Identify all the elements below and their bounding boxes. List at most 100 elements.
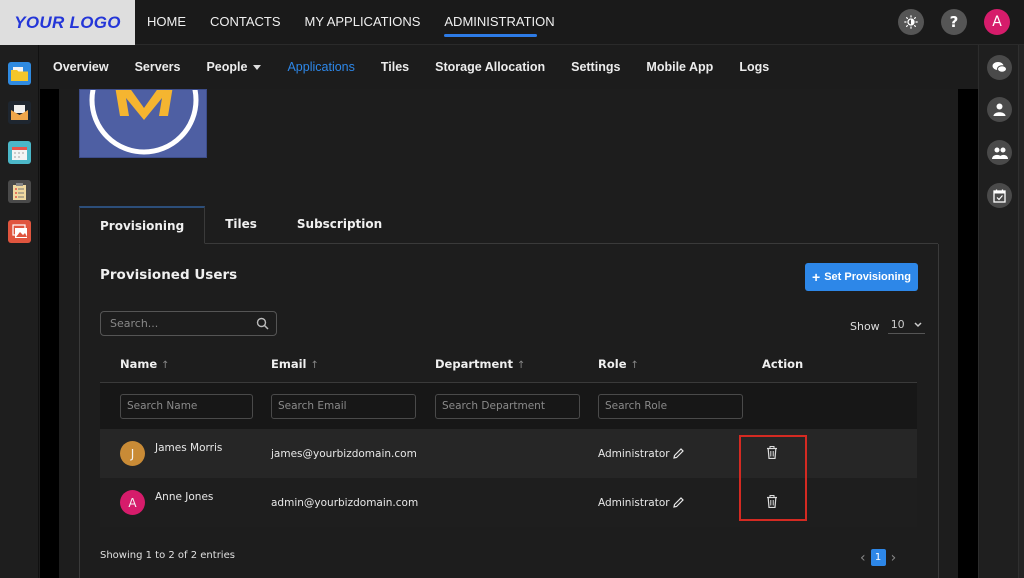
user-initial: A: [992, 14, 1002, 30]
theme-toggle-button[interactable]: [898, 9, 924, 35]
subnav-storage-allocation[interactable]: Storage Allocation: [435, 60, 545, 74]
page-button-current[interactable]: 1: [870, 549, 886, 566]
column-name[interactable]: Name ↑: [120, 357, 170, 371]
sort-arrow-icon: ↑: [516, 359, 526, 371]
subnav-tiles[interactable]: Tiles: [381, 60, 409, 74]
subnav-overview[interactable]: Overview: [53, 60, 109, 74]
contacts-button[interactable]: [987, 140, 1012, 165]
brightness-icon: [904, 15, 918, 29]
provisioned-users-table: Name↑ Email↑ Department↑ Role↑ Action J …: [100, 345, 917, 527]
column-role[interactable]: Role ↑: [598, 357, 639, 371]
calendar-check-icon: [993, 189, 1006, 203]
user-avatar: A: [120, 490, 145, 515]
tasks-button[interactable]: [987, 183, 1012, 208]
subnav-mobile-app[interactable]: Mobile App: [646, 60, 713, 74]
avatar-initial: J: [130, 446, 135, 461]
search-icon: [256, 317, 269, 330]
avatar-initial: A: [128, 495, 137, 510]
trash-icon: [767, 494, 777, 508]
app-launcher-rail: [0, 45, 39, 578]
table-row: J James Morris james@yourbizdomain.com A…: [100, 429, 917, 478]
role-label: Administrator: [598, 447, 670, 460]
help-button[interactable]: ?: [941, 9, 967, 35]
calendar-app-icon[interactable]: [8, 141, 31, 164]
subnav-people[interactable]: People: [206, 60, 262, 74]
global-search: [100, 311, 277, 336]
user-role: Administrator: [598, 497, 684, 509]
column-role-label: Role: [598, 356, 627, 371]
logo-text: YOUR LOGO: [14, 12, 121, 32]
plus-icon: +: [812, 269, 821, 285]
trash-icon: [767, 445, 777, 459]
user-icon: [993, 103, 1006, 116]
user-name: James Morris: [155, 442, 223, 454]
panel-title: Provisioned Users: [100, 267, 238, 283]
column-email[interactable]: Email ↑: [271, 357, 319, 371]
top-right-actions: ? A: [898, 9, 1010, 35]
table-row: A Anne Jones admin@yourbizdomain.com Adm…: [100, 478, 917, 527]
content-gutter-left: [40, 89, 59, 578]
chevron-down-icon: [914, 321, 922, 327]
column-email-label: Email: [271, 356, 307, 371]
delete-button[interactable]: [766, 445, 778, 462]
search-department-input[interactable]: [435, 393, 580, 419]
user-name: Anne Jones: [155, 491, 214, 503]
subnav-logs[interactable]: Logs: [739, 60, 769, 74]
files-app-icon[interactable]: [8, 62, 31, 85]
user-role: Administrator: [598, 448, 684, 460]
search-name-input[interactable]: [120, 393, 253, 419]
tasks-app-icon[interactable]: [8, 180, 31, 203]
column-department-label: Department: [435, 356, 513, 371]
chat-icon: [992, 62, 1007, 73]
topnav-home[interactable]: HOME: [147, 0, 186, 45]
topnav-my-applications[interactable]: MY APPLICATIONS: [305, 0, 421, 45]
application-logo: [79, 89, 207, 158]
provisioning-panel: Provisioned Users + Set Provisioning Sho…: [79, 244, 939, 578]
topnav-administration[interactable]: ADMINISTRATION: [444, 0, 555, 45]
brand-logo[interactable]: YOUR LOGO: [0, 0, 135, 45]
tab-provisioning[interactable]: Provisioning: [79, 206, 206, 244]
sort-arrow-icon: ↑: [310, 359, 319, 371]
help-icon: ?: [949, 13, 959, 31]
subnav-applications[interactable]: Applications: [287, 60, 354, 74]
page-size-control: Show 10: [850, 318, 925, 334]
search-email-input[interactable]: [271, 393, 416, 419]
column-department[interactable]: Department ↑: [435, 357, 525, 371]
subnav-people-label: People: [206, 60, 248, 74]
table-info: Showing 1 to 2 of 2 entries: [100, 550, 235, 561]
sort-arrow-icon: ↑: [630, 359, 639, 371]
next-page-icon[interactable]: ›: [891, 550, 897, 566]
table-header: Name ↑ Email ↑ Department ↑ Role ↑ Action: [100, 345, 917, 383]
users-icon: [991, 147, 1008, 159]
topnav-contacts[interactable]: CONTACTS: [210, 0, 281, 45]
tab-tiles[interactable]: Tiles: [205, 206, 277, 244]
profile-button[interactable]: [987, 97, 1012, 122]
previous-page-icon[interactable]: ‹: [860, 550, 866, 566]
edit-pencil-icon[interactable]: [672, 448, 684, 459]
user-avatar[interactable]: A: [984, 9, 1010, 35]
page-size-value: 10: [890, 318, 905, 331]
page-scrollbar[interactable]: [1018, 45, 1024, 578]
subnav-servers[interactable]: Servers: [135, 60, 181, 74]
show-label: Show: [850, 319, 880, 333]
user-email: admin@yourbizdomain.com: [271, 496, 419, 509]
user-email: james@yourbizdomain.com: [271, 447, 417, 460]
subnav-settings[interactable]: Settings: [571, 60, 620, 74]
main-content: Provisioning Tiles Subscription Provisio…: [59, 89, 958, 578]
search-role-input[interactable]: [598, 393, 743, 419]
delete-button[interactable]: [766, 494, 778, 511]
mail-app-icon[interactable]: [8, 101, 31, 124]
content-gutter-right: [958, 89, 978, 578]
column-name-label: Name: [120, 356, 158, 371]
edit-pencil-icon[interactable]: [672, 497, 684, 508]
right-utility-rail: [978, 45, 1018, 578]
set-provisioning-button[interactable]: + Set Provisioning: [805, 263, 918, 291]
photos-app-icon[interactable]: [8, 220, 31, 243]
chat-button[interactable]: [987, 55, 1012, 80]
search-input[interactable]: [101, 312, 251, 335]
tab-subscription[interactable]: Subscription: [277, 206, 402, 244]
chevron-down-icon: [253, 65, 262, 71]
set-provisioning-label: Set Provisioning: [824, 271, 911, 283]
column-action: Action: [762, 356, 804, 371]
page-size-select[interactable]: 10: [887, 318, 925, 334]
